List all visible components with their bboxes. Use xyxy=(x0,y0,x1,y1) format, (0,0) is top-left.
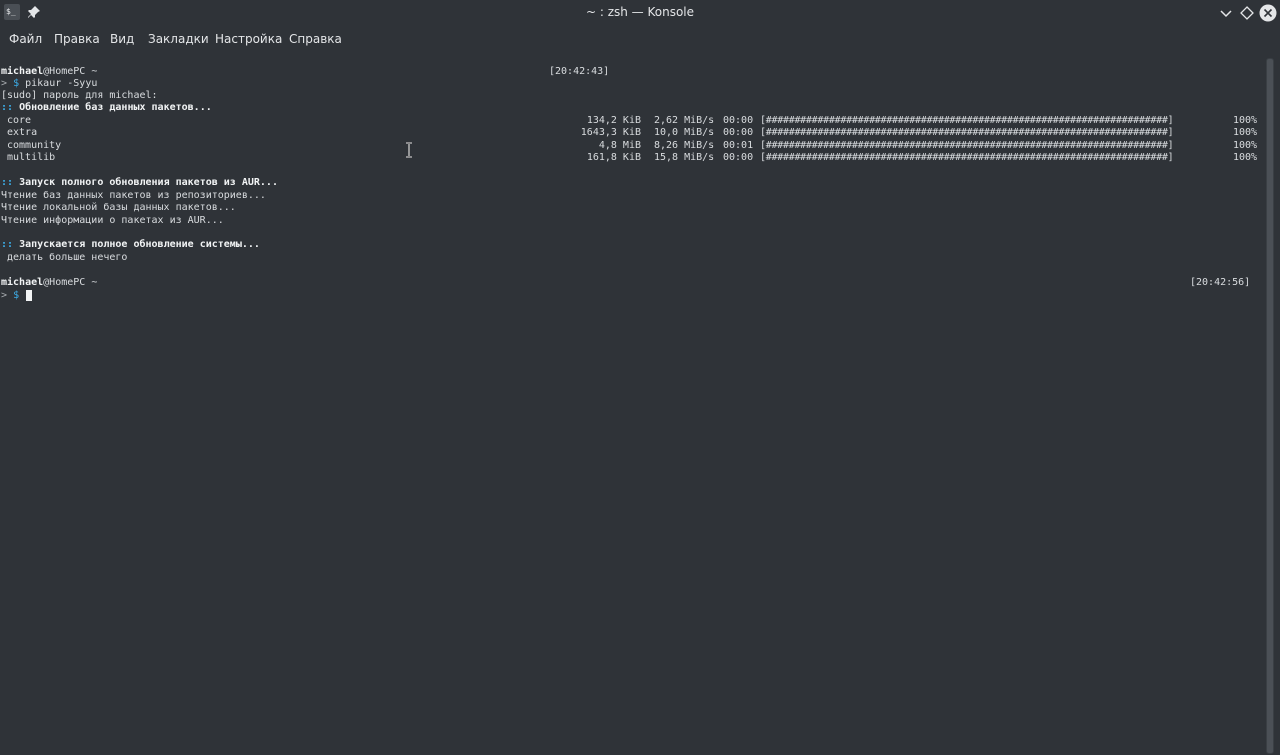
prompt-dollar: $ xyxy=(13,290,20,301)
repo-time: 00:00 xyxy=(723,152,754,163)
scrollbar-thumb[interactable] xyxy=(1266,58,1274,754)
ibeam-cursor-icon xyxy=(406,142,412,158)
repo-progress-bar: [#######################################… xyxy=(760,140,1174,151)
header-prefix: :: xyxy=(1,239,14,250)
command-text: pikaur -Syyu xyxy=(25,78,98,89)
repo-progress-bar: [#######################################… xyxy=(760,152,1174,163)
repo-time: 00:01 xyxy=(723,140,754,151)
sudo-prompt: [sudo] пароль для michael: xyxy=(1,90,158,101)
repo-time: 00:00 xyxy=(723,115,754,126)
menu-settings[interactable]: Настройка xyxy=(215,32,282,46)
title-bar: $_ ~ : zsh — Konsole xyxy=(0,0,1280,26)
prompt-timestamp: [20:42:56] xyxy=(1190,277,1251,288)
header-prefix: :: xyxy=(1,102,14,113)
section-header: :: Обновление баз данных пакетов... xyxy=(1,102,212,114)
prompt-timestamp: [20:42:43] xyxy=(549,66,610,77)
header-prefix: :: xyxy=(1,177,14,188)
header-text: Обновление баз данных пакетов... xyxy=(19,102,212,113)
output-line: Чтение локальной базы данных пакетов... xyxy=(1,202,236,213)
menu-edit[interactable]: Правка xyxy=(54,32,100,46)
repo-progress-bar: [#######################################… xyxy=(760,115,1174,126)
repo-name: core xyxy=(7,115,32,126)
output-line: Чтение баз данных пакетов из репозиторие… xyxy=(1,190,266,201)
output-line: делать больше нечего xyxy=(1,252,128,263)
repo-size: 1643,3 KiB xyxy=(580,127,641,138)
close-icon[interactable] xyxy=(1259,4,1277,22)
repo-percent: 100% xyxy=(1233,127,1258,138)
vertical-scrollbar[interactable] xyxy=(1266,58,1274,755)
repo-speed: 10,0 MiB/s xyxy=(654,127,715,138)
command-line: > $ pikaur -Syyu xyxy=(1,78,97,90)
menu-view[interactable]: Вид xyxy=(110,32,134,46)
header-text: Запускается полное обновление системы... xyxy=(19,239,260,250)
repo-percent: 100% xyxy=(1233,115,1258,126)
repo-speed: 2,62 MiB/s xyxy=(654,115,715,126)
section-header: :: Запускается полное обновление системы… xyxy=(1,239,260,251)
prompt-host: @HomePC ~ xyxy=(43,66,98,77)
maximize-icon[interactable] xyxy=(1238,4,1256,22)
text-cursor xyxy=(26,290,32,301)
prompt-user: michael xyxy=(1,277,44,288)
output-line: Чтение информации о пакетах из AUR... xyxy=(1,215,224,226)
repo-size: 161,8 KiB xyxy=(586,152,641,163)
prompt-user: michael xyxy=(1,66,44,77)
prompt-arrow: > xyxy=(1,290,8,301)
prompt-host: @HomePC ~ xyxy=(43,277,98,288)
command-line: > $ xyxy=(1,290,19,302)
repo-time: 00:00 xyxy=(723,127,754,138)
repo-size: 134,2 KiB xyxy=(586,115,641,126)
section-header: :: Запуск полного обновления пакетов из … xyxy=(1,177,278,189)
prompt-arrow: > xyxy=(1,78,8,89)
repo-name: extra xyxy=(7,127,38,138)
repo-speed: 15,8 MiB/s xyxy=(654,152,715,163)
repo-size: 4,8 MiB xyxy=(598,140,641,151)
terminal-output[interactable]: michael@HomePC ~ [20:42:43] > $ pikaur -… xyxy=(0,58,1262,755)
menu-bookmarks[interactable]: Закладки xyxy=(148,32,209,46)
prompt-line: michael@HomePC ~ xyxy=(1,277,97,289)
prompt-dollar: $ xyxy=(13,78,20,89)
repo-name: community xyxy=(7,140,62,151)
menu-file[interactable]: Файл xyxy=(9,32,42,46)
window-title: ~ : zsh — Konsole xyxy=(585,5,695,19)
repo-speed: 8,26 MiB/s xyxy=(654,140,715,151)
menu-help[interactable]: Справка xyxy=(289,32,342,46)
prompt-line: michael@HomePC ~ xyxy=(1,66,97,78)
repo-progress-bar: [#######################################… xyxy=(760,127,1174,138)
repo-percent: 100% xyxy=(1233,140,1258,151)
minimize-icon[interactable] xyxy=(1217,4,1235,22)
repo-percent: 100% xyxy=(1233,152,1258,163)
repo-name: multilib xyxy=(7,152,56,163)
header-text: Запуск полного обновления пакетов из AUR… xyxy=(19,177,278,188)
menu-bar: Файл Правка Вид Закладки Настройка Справ… xyxy=(0,27,1280,51)
